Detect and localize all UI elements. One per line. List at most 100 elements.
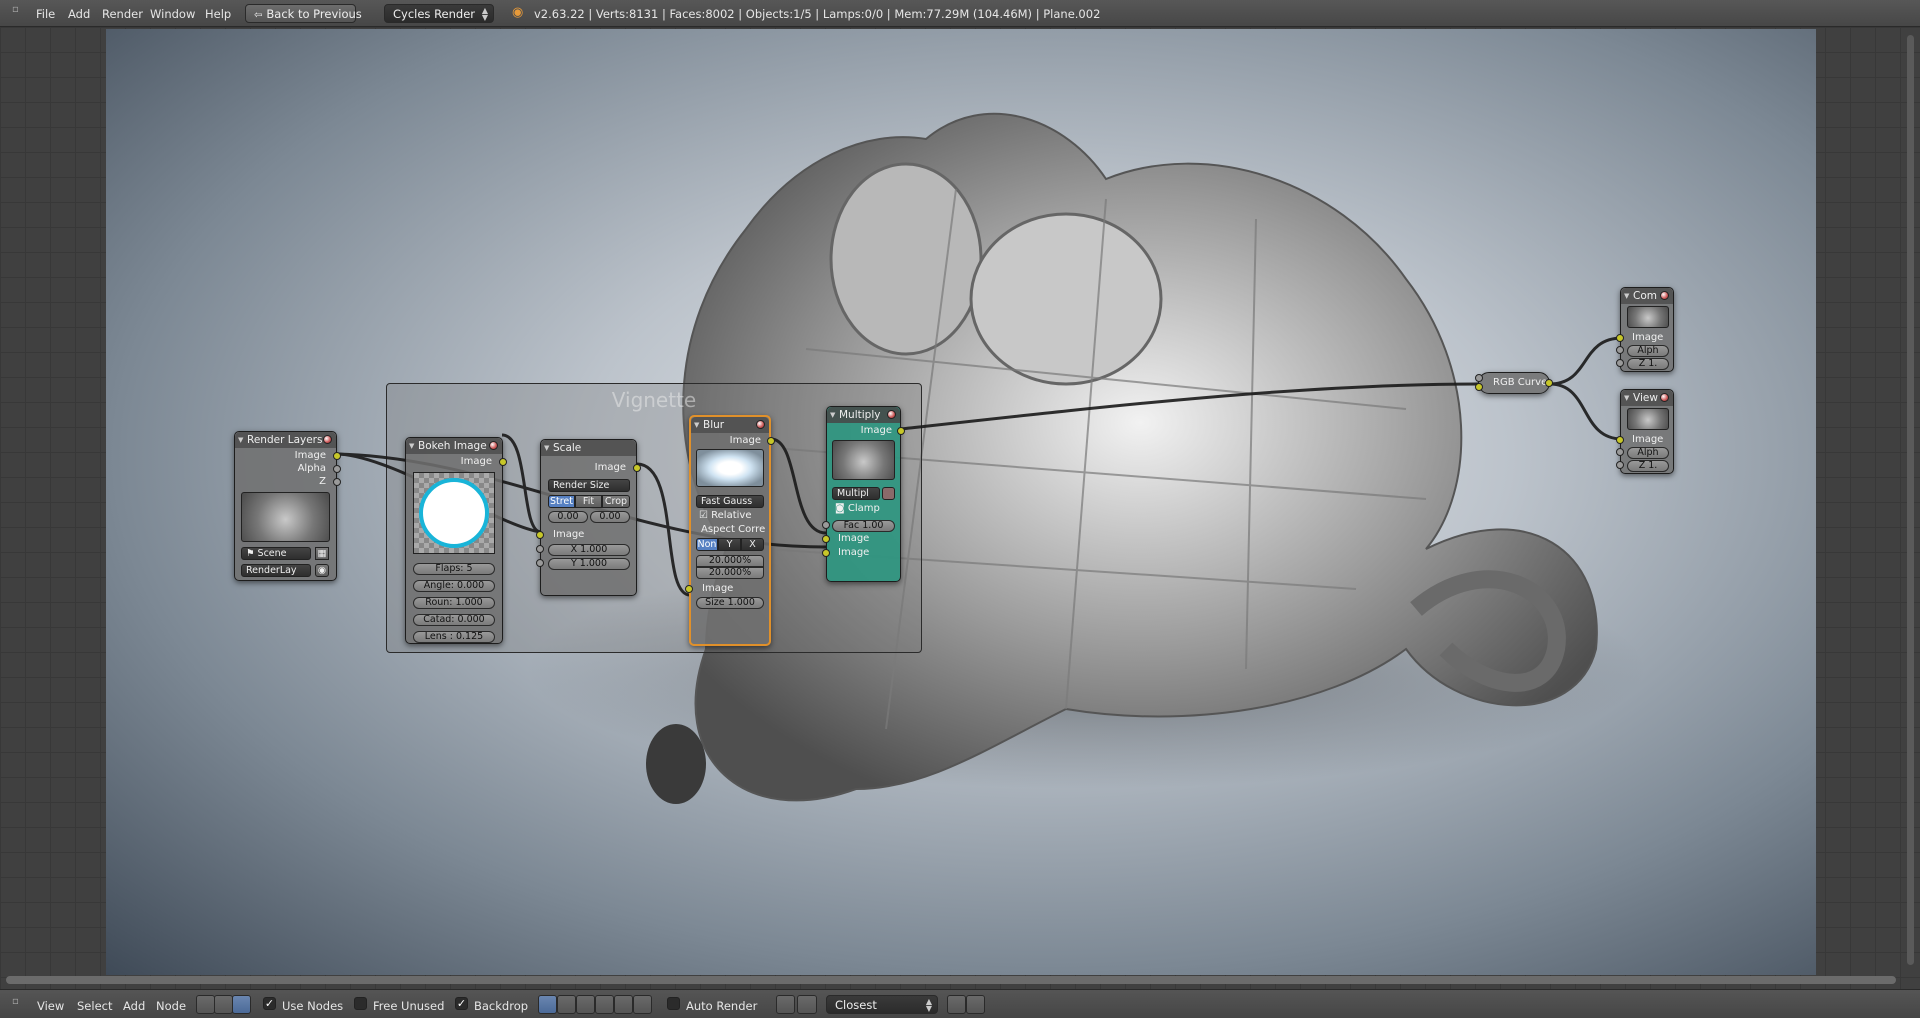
free-unused-checkbox[interactable] (354, 997, 367, 1010)
offset-x-field[interactable]: 0.00 (548, 511, 588, 523)
scene-browse-button[interactable]: ▦ (315, 547, 329, 560)
backdrop-checkbox[interactable]: ✓ (455, 997, 468, 1010)
texture-nodes-button[interactable] (214, 995, 233, 1014)
backdrop-channel-alpha-button[interactable] (557, 995, 576, 1014)
node-preview-icon[interactable] (323, 435, 332, 444)
relative-checkbox[interactable]: ☑ Relative (699, 510, 751, 521)
backdrop-channel-z-button[interactable] (576, 995, 595, 1014)
collapse-icon[interactable]: ▼ (694, 421, 699, 429)
render-engine-select[interactable]: Cycles Render ▲ ▼ (384, 4, 494, 23)
scene-select[interactable]: ⚑ Scene (241, 547, 311, 560)
composite-header[interactable]: ▼ Com (1621, 288, 1673, 304)
alpha-field[interactable]: Alph (1627, 447, 1669, 459)
backdrop-channel-rgba-button[interactable] (538, 995, 557, 1014)
scale-y-field[interactable]: Y 1.000 (548, 558, 630, 570)
input-z-socket[interactable] (1616, 359, 1624, 367)
output-z-socket[interactable] (333, 478, 341, 486)
output-alpha-socket[interactable] (333, 465, 341, 473)
alpha-field[interactable]: Alph (1627, 345, 1669, 357)
back-to-previous-button[interactable]: ⇦ Back to Previous (245, 4, 362, 23)
collapse-icon[interactable]: ▼ (830, 411, 835, 419)
editor-type-icon[interactable]: ▫ (12, 996, 19, 1007)
use-nodes-checkbox[interactable]: ✓ (263, 997, 276, 1010)
scale-x-field[interactable]: X 1.000 (548, 544, 630, 556)
size-y-field[interactable]: 20.000% (696, 567, 764, 579)
crop-toggle[interactable]: Crop (602, 495, 630, 508)
shader-nodes-button[interactable] (196, 995, 215, 1014)
viewer-header[interactable]: ▼ View (1621, 390, 1673, 406)
input-alpha-socket[interactable] (1616, 448, 1624, 456)
collapse-icon[interactable]: ▼ (544, 444, 549, 452)
fac-field[interactable]: Fac 1.00 (832, 520, 895, 532)
node-preview-icon[interactable] (756, 420, 765, 429)
z-field[interactable]: Z 1. (1627, 460, 1669, 472)
input-alpha-socket[interactable] (1616, 346, 1624, 354)
input-image-socket[interactable] (1475, 383, 1483, 391)
scale-space-select[interactable]: Render Size (548, 479, 630, 492)
rgb-curve-node[interactable]: RGB Curve (1475, 372, 1553, 394)
aspect-y-toggle[interactable]: Y (718, 538, 741, 551)
backdrop-channel-green-button[interactable] (614, 995, 633, 1014)
multiply-header[interactable]: ▼ Multiply (827, 407, 900, 423)
output-image-socket[interactable] (897, 427, 905, 435)
aspect-x-toggle[interactable]: X (741, 538, 764, 551)
output-image-socket[interactable] (1545, 379, 1553, 387)
output-image-socket[interactable] (333, 452, 341, 460)
input-fac-socket[interactable] (1475, 374, 1483, 382)
blur-size-field[interactable]: Size 1.000 (696, 597, 764, 609)
flaps-field[interactable]: Flaps: 5 (413, 563, 495, 575)
snap-element-button[interactable] (797, 995, 817, 1014)
clamp-checkbox[interactable]: ◙ Clamp (835, 503, 880, 514)
input-image2-socket[interactable] (822, 549, 830, 557)
output-image-socket[interactable] (499, 458, 507, 466)
auto-render-checkbox[interactable] (667, 997, 680, 1010)
input-y-socket[interactable] (536, 559, 544, 567)
node-preview-icon[interactable] (887, 410, 896, 419)
menu-view[interactable]: View (37, 999, 64, 1013)
offset-y-field[interactable]: 0.00 (590, 511, 630, 523)
input-image-socket[interactable] (1616, 334, 1624, 342)
lens-shift-field[interactable]: Lens : 0.125 (413, 631, 495, 643)
composite-node[interactable]: ▼ Com Image Alph Z 1. (1616, 287, 1674, 372)
input-x-socket[interactable] (536, 545, 544, 553)
scale-node[interactable]: ▼ Scale Image Render Size Stret Fit Crop … (536, 439, 641, 596)
paste-nodes-button[interactable] (966, 995, 985, 1014)
blur-filter-select[interactable]: Fast Gauss (696, 495, 764, 508)
collapse-icon[interactable]: ▼ (409, 442, 414, 450)
vertical-scrollbar[interactable] (1907, 35, 1914, 965)
multiply-node[interactable]: ▼ Multiply Image Multipl ◙ Clamp Fac 1.00… (822, 406, 905, 582)
render-layers-header[interactable]: ▼ Render Layers (235, 432, 336, 448)
input-image-socket[interactable] (1616, 436, 1624, 444)
bokeh-image-node[interactable]: ▼ Bokeh Image Image Flaps: 5 Angle: 0.000… (405, 437, 507, 644)
interpolation-select[interactable]: Closest ▲ ▼ (826, 995, 938, 1014)
render-layers-node[interactable]: ▼ Render Layers Image Alpha Z ⚑ Scene ▦ R… (234, 431, 341, 581)
angle-field[interactable]: Angle: 0.000 (413, 580, 495, 592)
bokeh-image-header[interactable]: ▼ Bokeh Image (406, 438, 502, 454)
size-x-field[interactable]: 20.000% (696, 555, 764, 567)
backdrop-channel-red-button[interactable] (595, 995, 614, 1014)
menu-select[interactable]: Select (77, 999, 112, 1013)
menu-add[interactable]: Add (68, 7, 90, 21)
use-alpha-toggle[interactable] (882, 487, 895, 500)
compositing-nodes-button[interactable] (232, 995, 251, 1014)
input-fac-socket[interactable] (822, 521, 830, 529)
menu-window[interactable]: Window (150, 7, 195, 21)
collapse-icon[interactable]: ▼ (1624, 292, 1629, 300)
render-layer-select[interactable]: RenderLay (241, 564, 311, 577)
backdrop-channel-blue-button[interactable] (633, 995, 652, 1014)
input-image-socket[interactable] (536, 531, 544, 539)
blend-mode-select[interactable]: Multipl (832, 487, 880, 500)
blur-header[interactable]: ▼ Blur (691, 417, 769, 433)
menu-help[interactable]: Help (205, 7, 231, 21)
collapse-icon[interactable]: ▼ (238, 436, 243, 444)
input-image1-socket[interactable] (822, 535, 830, 543)
node-preview-icon[interactable] (1660, 393, 1669, 402)
snap-toggle-button[interactable] (776, 995, 795, 1014)
rounding-field[interactable]: Roun: 1.000 (413, 597, 495, 609)
scale-header[interactable]: ▼ Scale (541, 440, 636, 456)
fit-toggle[interactable]: Fit (575, 495, 602, 508)
horizontal-scrollbar[interactable] (6, 976, 1896, 984)
output-image-socket[interactable] (633, 464, 641, 472)
menu-node[interactable]: Node (156, 999, 186, 1013)
z-field[interactable]: Z 1. (1627, 358, 1669, 370)
